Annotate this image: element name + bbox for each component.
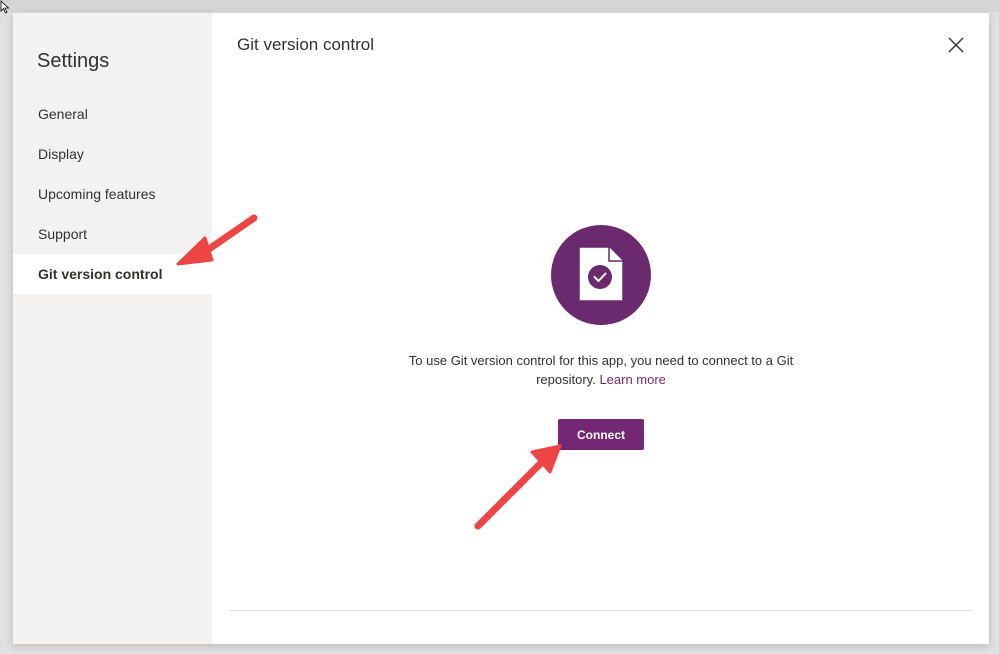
mouse-cursor-icon <box>0 0 10 14</box>
learn-more-link[interactable]: Learn more <box>599 372 665 387</box>
settings-dialog: Settings General Display Upcoming featur… <box>13 13 989 644</box>
sidebar-title: Settings <box>37 50 110 72</box>
sidebar-item-display[interactable]: Display <box>13 134 212 174</box>
background-app-bar <box>0 0 999 12</box>
hero-illustration <box>551 225 651 325</box>
sidebar-item-general[interactable]: General <box>13 94 212 134</box>
sidebar-item-upcoming-features[interactable]: Upcoming features <box>13 174 212 214</box>
document-check-icon <box>578 246 624 302</box>
sidebar-item-git-version-control[interactable]: Git version control <box>13 254 212 294</box>
close-icon <box>948 37 964 53</box>
page-title: Git version control <box>237 35 374 54</box>
sidebar-item-support[interactable]: Support <box>13 214 212 254</box>
close-button[interactable] <box>944 33 968 57</box>
settings-nav: General Display Upcoming features Suppor… <box>13 94 212 294</box>
settings-sidebar: Settings General Display Upcoming featur… <box>13 13 212 644</box>
connect-message: To use Git version control for this app,… <box>401 351 801 389</box>
connect-button[interactable]: Connect <box>558 419 644 450</box>
footer-divider <box>229 610 973 611</box>
